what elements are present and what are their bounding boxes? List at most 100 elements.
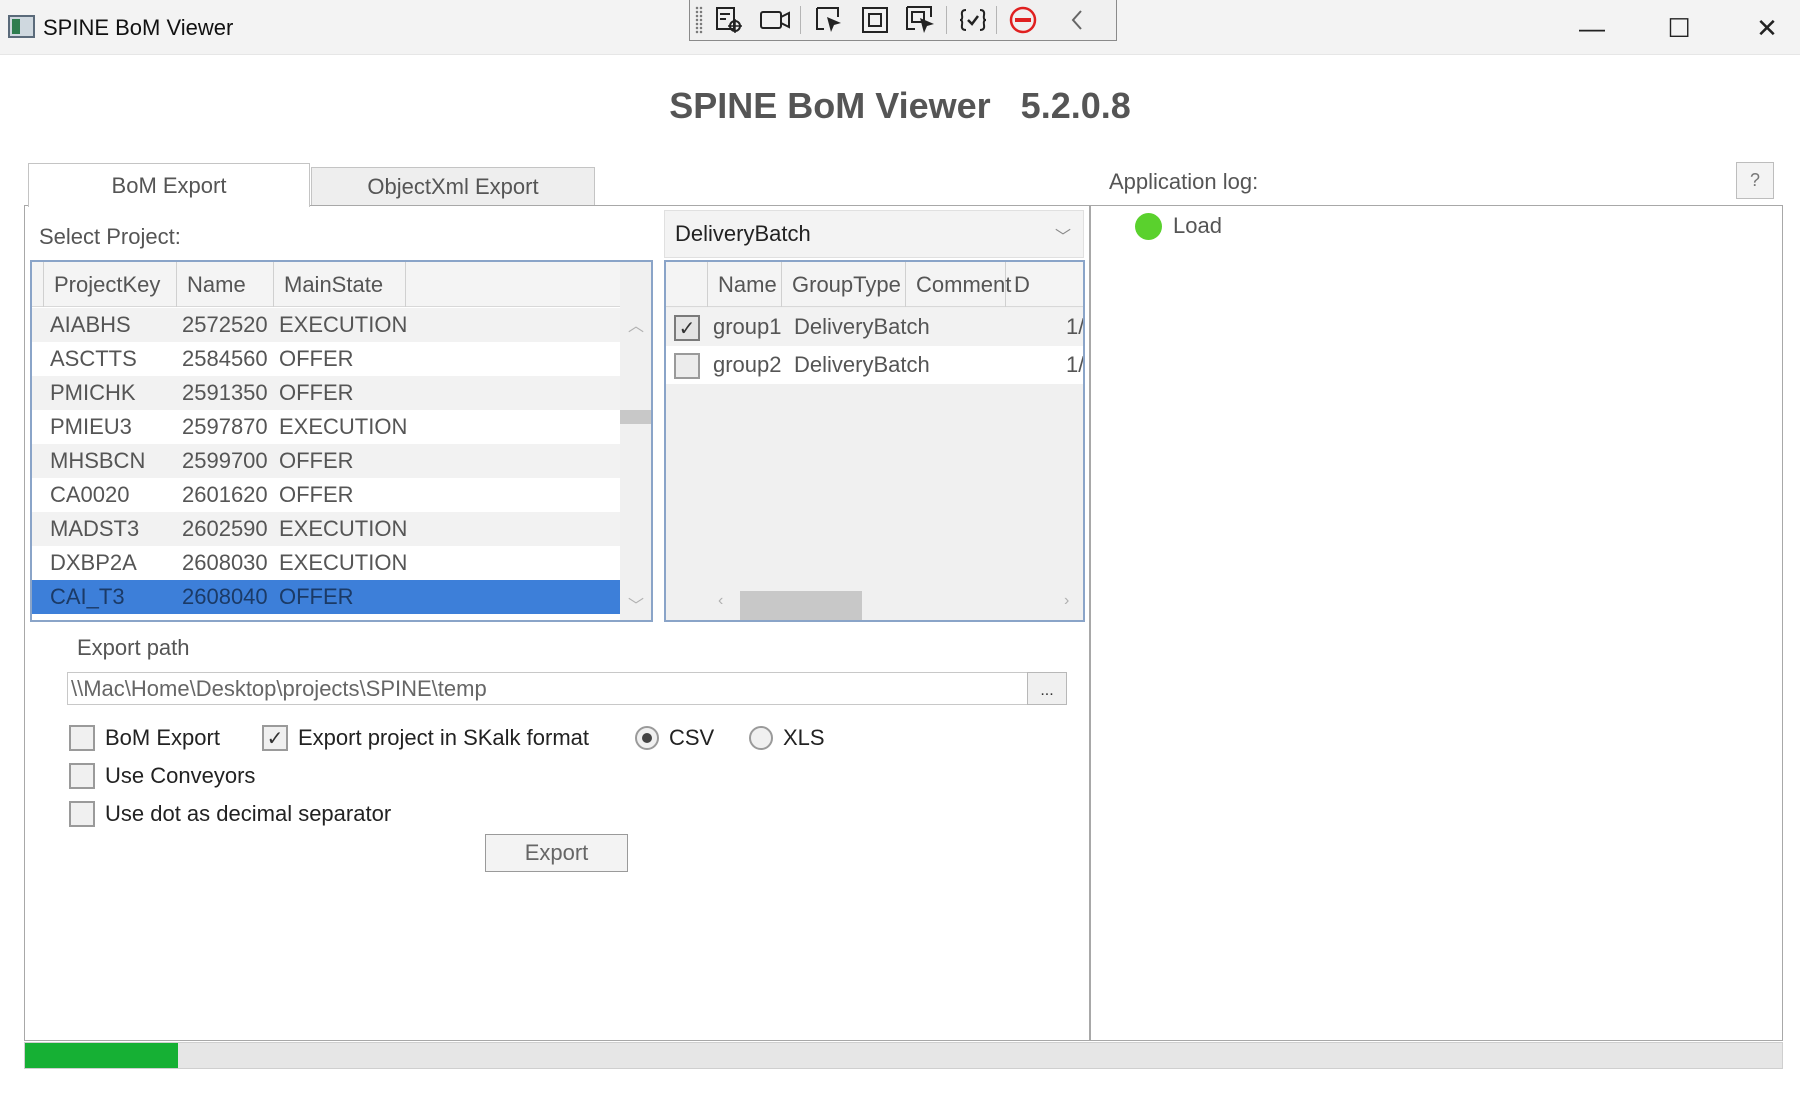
group-grid-hscrollbar[interactable]: ‹ ›	[666, 588, 1083, 620]
group-row-type: DeliveryBatch	[794, 314, 930, 339]
scroll-thumb[interactable]	[620, 410, 651, 424]
project-list[interactable]: ProjectKey Name MainState AIABHS 2572520 E…	[30, 260, 653, 622]
column-header-mainstate[interactable]: MainState	[274, 262, 406, 307]
project-state-cell: OFFER	[279, 584, 354, 609]
close-button[interactable]: ✕	[1743, 8, 1791, 48]
select-element-button[interactable]	[812, 4, 846, 36]
chevron-left-icon	[1071, 10, 1082, 30]
project-name-cell: 2601620	[182, 482, 268, 507]
visual-tree-icon	[716, 7, 742, 33]
project-state-cell: EXECUTION	[279, 414, 408, 439]
live-tree-button[interactable]	[712, 4, 746, 36]
use-conveyors-label: Use Conveyors	[105, 763, 256, 788]
record-button[interactable]	[758, 4, 792, 36]
display-layout-button[interactable]	[858, 4, 892, 36]
export-path-label: Export path	[77, 635, 190, 660]
track-focus-icon	[906, 6, 934, 33]
minimize-button[interactable]: —	[1568, 8, 1616, 48]
progress-fill	[25, 1043, 178, 1068]
project-name-cell: 2602590	[182, 516, 268, 541]
project-name-cell: 2608030	[182, 550, 268, 575]
group-row-name: group1	[713, 314, 782, 339]
binding-brackets-icon	[959, 9, 987, 31]
help-button[interactable]: ?	[1736, 162, 1774, 199]
bom-export-label: BoM Export	[105, 725, 220, 750]
group-row[interactable]: ✓ group1 DeliveryBatch 1/	[666, 308, 1083, 346]
dot-decimal-checkbox[interactable]	[69, 801, 95, 827]
scroll-up-icon[interactable]: ︿	[628, 312, 644, 336]
project-state-cell: OFFER	[279, 380, 354, 405]
group-row-name: group2	[713, 352, 782, 377]
project-rows: AIABHS 2572520 EXECUTION ASCTTS 2584560 OFFER…	[32, 308, 622, 614]
scroll-thumb[interactable]	[740, 591, 862, 620]
project-state-cell: EXECUTION	[279, 550, 408, 575]
csv-label: CSV	[669, 725, 715, 750]
table-row[interactable]: PMIEU3 2597870 EXECUTION	[32, 410, 622, 444]
group-row[interactable]: group2 DeliveryBatch 1/	[666, 346, 1083, 384]
project-key-cell: CAI_T3	[50, 584, 125, 609]
project-key-cell: ASCTTS	[50, 346, 137, 371]
bom-export-checkbox[interactable]	[69, 725, 95, 751]
group-grid-header: Name GroupType Comment D	[666, 262, 1083, 307]
tab-bom-export[interactable]: BoM Export	[28, 163, 310, 207]
xls-radio[interactable]	[749, 726, 773, 750]
skalk-format-checkbox[interactable]: ✓	[262, 725, 288, 751]
layout-adorner-icon	[862, 7, 888, 33]
column-header-group-name[interactable]: Name	[708, 262, 782, 307]
group-type-dropdown[interactable]: DeliveryBatch ﹀	[664, 210, 1084, 258]
status-ok-icon	[1135, 213, 1162, 240]
group-grid[interactable]: Name GroupType Comment D ✓ group1 Delive…	[664, 260, 1085, 622]
export-button[interactable]: Export	[485, 834, 628, 872]
project-name-cell: 2608040	[182, 584, 268, 609]
table-row[interactable]: PMICHK 2591350 OFFER	[32, 376, 622, 410]
table-row[interactable]: AIABHS 2572520 EXECUTION	[32, 308, 622, 342]
use-conveyors-checkbox[interactable]	[69, 763, 95, 789]
group-row-checkbox[interactable]: ✓	[674, 315, 700, 341]
log-entry: Load	[1173, 213, 1222, 238]
project-key-cell: DXBP2A	[50, 550, 137, 575]
video-camera-icon	[760, 11, 790, 29]
app-icon	[8, 15, 35, 38]
column-header-projectkey[interactable]: ProjectKey	[44, 262, 177, 307]
project-list-header: ProjectKey Name MainState	[32, 262, 622, 307]
drag-grip-icon[interactable]	[695, 6, 703, 34]
csv-radio[interactable]	[635, 726, 659, 750]
table-row[interactable]: CA0020 2601620 OFFER	[32, 478, 622, 512]
select-pointer-icon	[816, 7, 841, 32]
project-state-cell: OFFER	[279, 482, 354, 507]
tab-objectxml-export[interactable]: ObjectXml Export	[311, 167, 595, 207]
page-title: SPINE BoM Viewer 5.2.0.8	[669, 85, 1131, 126]
project-list-scrollbar[interactable]: ︿ ﹀	[620, 262, 651, 620]
project-name-cell: 2599700	[182, 448, 268, 473]
column-header-name[interactable]: Name	[177, 262, 274, 307]
scroll-left-icon[interactable]: ‹	[718, 592, 723, 610]
chevron-down-icon: ﹀	[1054, 229, 1071, 246]
collapse-toolbar-button[interactable]	[1060, 4, 1094, 36]
scroll-down-icon[interactable]: ﹀	[628, 592, 644, 616]
project-name-cell: 2591350	[182, 380, 268, 405]
binding-failures-button[interactable]	[956, 4, 990, 36]
stop-icon	[1009, 6, 1037, 34]
project-name-cell: 2597870	[182, 414, 268, 439]
column-header-comment[interactable]: Comment	[906, 262, 1011, 307]
table-row[interactable]: ASCTTS 2584560 OFFER	[32, 342, 622, 376]
export-path-field[interactable]: \\Mac\Home\Desktop\projects\SPINE\temp	[67, 672, 1028, 705]
stop-button[interactable]	[1006, 4, 1040, 36]
table-row[interactable]: DXBP2A 2608030 EXECUTION	[32, 546, 622, 580]
browse-button[interactable]: ...	[1027, 672, 1067, 705]
column-header-grouptype[interactable]: GroupType	[782, 262, 906, 307]
column-header-date[interactable]: D	[1006, 262, 1066, 307]
skalk-format-label: Export project in SKalk format	[298, 725, 590, 750]
track-focus-button[interactable]	[904, 4, 938, 36]
table-row[interactable]: CAI_T3 2608040 OFFER	[32, 580, 622, 614]
scroll-right-icon[interactable]: ›	[1064, 592, 1069, 610]
table-row[interactable]: MHSBCN 2599700 OFFER	[32, 444, 622, 478]
project-name-cell: 2572520	[182, 312, 268, 337]
project-state-cell: EXECUTION	[279, 516, 408, 541]
select-project-label: Select Project:	[39, 224, 181, 249]
maximize-button[interactable]: ☐	[1655, 8, 1703, 48]
group-row-checkbox[interactable]	[674, 353, 700, 379]
project-key-cell: CA0020	[50, 482, 130, 507]
project-key-cell: PMICHK	[50, 380, 136, 405]
table-row[interactable]: MADST3 2602590 EXECUTION	[32, 512, 622, 546]
